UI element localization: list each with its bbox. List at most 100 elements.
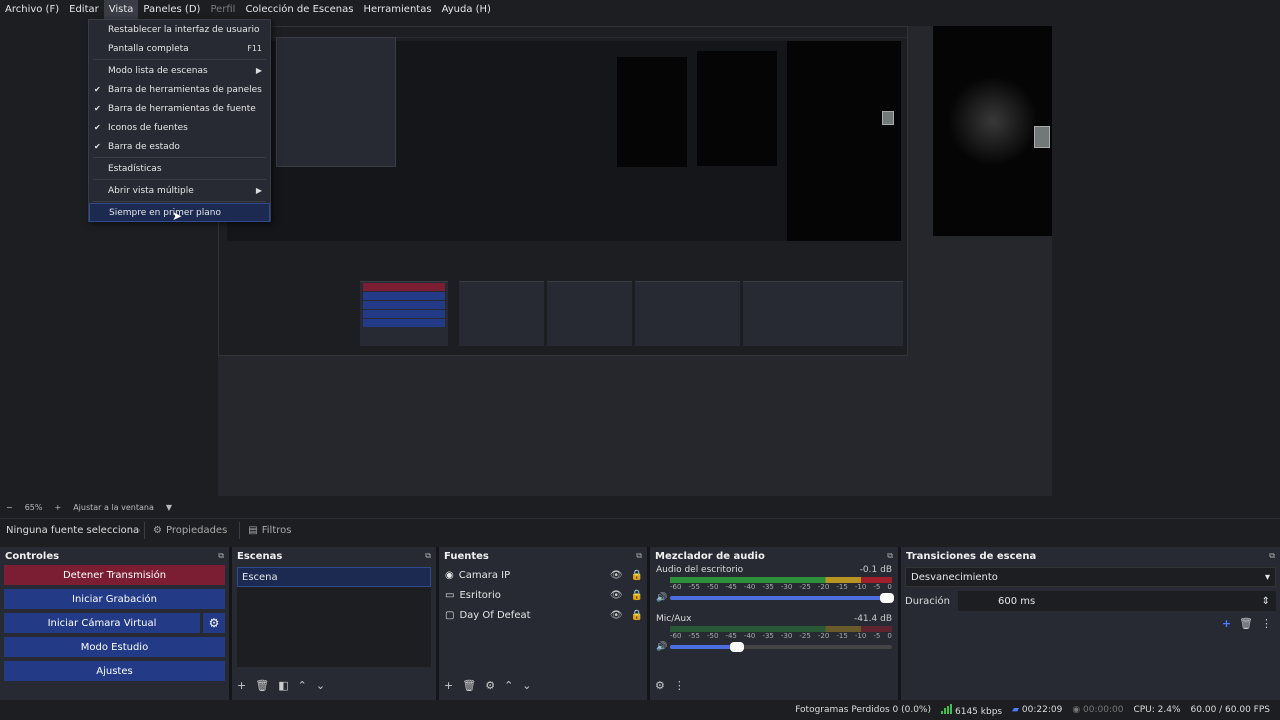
menu-scene-list-mode[interactable]: Modo lista de escenas ▶ [89, 61, 270, 80]
menu-label: Barra de herramientas de fuente [108, 103, 256, 114]
scale-tick: -5 [873, 583, 881, 591]
undock-icon[interactable]: ⧉ [425, 551, 431, 561]
scenes-title: Escenas [237, 550, 283, 562]
scale-tick: -40 [743, 583, 756, 591]
fit-to-window-label[interactable]: Ajustar a la ventana [67, 503, 160, 512]
volume-meter [670, 577, 892, 583]
slider-fill [670, 645, 737, 649]
volume-slider[interactable] [670, 593, 894, 603]
eye-icon[interactable]: 👁 [610, 570, 623, 581]
scale-tick: -45 [725, 632, 737, 640]
up-arrow-icon[interactable]: ⌃ [298, 679, 307, 692]
source-item[interactable]: ▭ Esritorio 👁 🔒 [439, 585, 647, 605]
transitions-toolbar: + 🗑 ⋮ [1222, 617, 1272, 630]
lock-icon[interactable]: 🔒 [631, 610, 643, 621]
meter-scale: -60 -55 -50 -45 -40 -35 -30 -25 -20 -15 -10 -5 0 [670, 583, 892, 592]
more-icon[interactable]: ⋮ [674, 679, 685, 692]
transition-select[interactable]: Desvanecimiento ▾ [905, 567, 1276, 587]
scene-item[interactable]: Escena [237, 567, 431, 587]
menu-vista[interactable]: Vista [103, 0, 139, 19]
scale-tick: -50 [706, 632, 719, 640]
menu-label: Estadísticas [108, 163, 162, 174]
duration-label: Duración [905, 595, 951, 607]
trash-icon[interactable]: 🗑 [255, 679, 269, 692]
docks-row: Controles ⧉ Detener Transmisión Iniciar … [0, 547, 1280, 700]
scale-tick: 0 [887, 583, 892, 591]
scale-tick: -60 [670, 583, 682, 591]
source-label: Day Of Defeat [459, 609, 531, 621]
slider-knob[interactable] [880, 593, 894, 603]
menu-fullscreen[interactable]: Pantalla completa F11 [89, 39, 270, 58]
menu-herramientas[interactable]: Herramientas [358, 0, 436, 19]
mixer-settings-icon[interactable]: ⚙ [655, 679, 665, 692]
menu-dock-toolbars[interactable]: ✔ Barra de herramientas de paneles [89, 80, 270, 99]
view-menu: Restablecer la interfaz de usuario Panta… [88, 19, 271, 222]
undock-icon[interactable]: ⧉ [1269, 551, 1275, 561]
up-arrow-icon[interactable]: ⌃ [504, 679, 513, 692]
menu-source-toolbar[interactable]: ✔ Barra de herramientas de fuente [89, 99, 270, 118]
properties-button[interactable]: ⚙ Propiedades [144, 522, 235, 539]
add-icon[interactable]: + [237, 679, 246, 692]
gear-icon[interactable]: ⚙ [485, 679, 495, 692]
more-icon[interactable]: ⋮ [1261, 617, 1272, 630]
nested-menu-line [277, 38, 395, 47]
menu-shortcut: F11 [247, 44, 262, 53]
controls-title: Controles [5, 550, 60, 562]
scale-tick: -25 [799, 583, 811, 591]
menu-multiview[interactable]: Abrir vista múltiple ▶ [89, 181, 270, 200]
scenes-header: Escenas ⧉ [232, 547, 436, 565]
volume-slider[interactable] [670, 642, 892, 652]
zoom-dropdown-icon[interactable]: ▼ [160, 503, 178, 512]
settings-button[interactable]: Ajustes [4, 661, 225, 681]
down-arrow-icon[interactable]: ⌄ [316, 679, 325, 692]
menu-label: Barra de estado [108, 141, 180, 152]
lock-icon[interactable]: 🔒 [631, 570, 643, 581]
menu-editar[interactable]: Editar [64, 0, 104, 19]
menu-bar: Archivo (F) Editar Vista Paneles (D) Per… [0, 0, 1280, 19]
nested-view-menu [276, 37, 396, 167]
stop-stream-button[interactable]: Detener Transmisión [4, 565, 225, 585]
trash-icon[interactable]: 🗑 [462, 679, 476, 692]
source-item[interactable]: ◉ Camara IP 👁 🔒 [439, 565, 647, 585]
menu-source-icons[interactable]: ✔ Iconos de fuentes [89, 118, 270, 137]
zoom-in-button[interactable]: + [48, 503, 67, 512]
undock-icon[interactable]: ⧉ [887, 551, 893, 561]
start-virtual-cam-button[interactable]: Iniciar Cámara Virtual [4, 613, 200, 633]
menu-perfil[interactable]: Perfil [205, 0, 240, 19]
undock-icon[interactable]: ⧉ [636, 551, 642, 561]
down-arrow-icon[interactable]: ⌄ [522, 679, 531, 692]
menu-label: Pantalla completa [108, 43, 189, 54]
studio-mode-button[interactable]: Modo Estudio [4, 637, 225, 657]
source-item[interactable]: ▢ Day Of Defeat 👁 🔒 [439, 605, 647, 625]
filter-icon[interactable]: ◧ [278, 679, 288, 692]
filters-button[interactable]: ▤ Filtros [239, 522, 299, 539]
nested-controls-dock [360, 281, 448, 346]
menu-archivo[interactable]: Archivo (F) [0, 0, 64, 19]
menu-coleccion-escenas[interactable]: Colección de Escenas [240, 0, 358, 19]
menu-reset-ui[interactable]: Restablecer la interfaz de usuario [89, 20, 270, 39]
source-label: Esritorio [459, 589, 501, 601]
eye-icon[interactable]: 👁 [610, 610, 623, 621]
sources-header: Fuentes ⧉ [439, 547, 647, 565]
slider-knob[interactable] [729, 642, 744, 652]
spinner-icon[interactable]: ⇕ [1262, 596, 1270, 607]
add-icon[interactable]: + [1222, 617, 1231, 630]
start-recording-button[interactable]: Iniciar Grabación [4, 589, 225, 609]
undock-icon[interactable]: ⧉ [218, 551, 224, 561]
eye-icon[interactable]: 👁 [610, 590, 623, 601]
add-icon[interactable]: + [444, 679, 453, 692]
lock-icon[interactable]: 🔒 [631, 590, 643, 601]
duration-input[interactable]: 600 ms ⇕ [958, 591, 1276, 611]
menu-status-bar[interactable]: ✔ Barra de estado [89, 137, 270, 156]
zoom-out-button[interactable]: − [0, 503, 19, 512]
menu-label: Restablecer la interfaz de usuario [108, 24, 260, 35]
trash-icon[interactable]: 🗑 [1239, 617, 1253, 630]
menu-paneles[interactable]: Paneles (D) [138, 0, 205, 19]
meter-scale: -60 -55 -50 -45 -40 -35 -30 -25 -20 -15 -10 -5 0 [670, 632, 892, 641]
scale-tick: -55 [688, 583, 700, 591]
speaker-icon[interactable]: 🔊 [656, 593, 667, 603]
speaker-icon[interactable]: 🔊 [656, 642, 667, 652]
menu-ayuda[interactable]: Ayuda (H) [437, 0, 496, 19]
virtual-cam-settings-icon[interactable]: ⚙ [203, 613, 225, 633]
menu-stats[interactable]: Estadísticas [89, 159, 270, 178]
